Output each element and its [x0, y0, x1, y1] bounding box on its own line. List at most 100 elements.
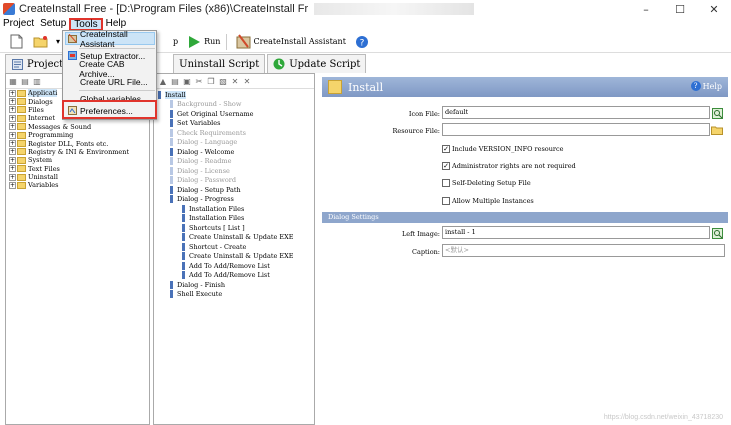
new-project-icon[interactable]: [8, 34, 24, 50]
maximize-button[interactable]: ☐: [663, 0, 697, 18]
script-step[interactable]: Dialog - License: [154, 166, 314, 176]
expand-icon[interactable]: +: [9, 98, 16, 106]
left-image-input[interactable]: install - 1: [442, 226, 710, 239]
script-step[interactable]: Add To Add/Remove List: [154, 271, 314, 281]
window-title: CreateInstall Free - [D:\Program Files (…: [19, 3, 309, 15]
script-step[interactable]: Dialog - Progress: [154, 195, 314, 205]
tab-project[interactable]: Project: [5, 54, 70, 73]
script-step[interactable]: Dialog - Finish: [154, 280, 314, 290]
extractor-icon: [67, 51, 77, 61]
step-icon: [170, 147, 173, 156]
delete-icon[interactable]: ✕: [230, 76, 240, 86]
copy-icon[interactable]: ❐: [206, 76, 216, 86]
folder-icon: [17, 156, 26, 164]
script-step[interactable]: Dialog - Welcome: [154, 147, 314, 157]
open-folder-icon[interactable]: [711, 124, 723, 136]
app-icon: [3, 3, 15, 15]
expand-icon[interactable]: +: [9, 165, 16, 173]
script-step[interactable]: Set Variables: [154, 119, 314, 129]
tree-item[interactable]: + Text Files: [6, 165, 149, 173]
assistant-icon[interactable]: [235, 34, 251, 50]
step-icon: [182, 233, 185, 242]
folder-icon: [17, 89, 26, 97]
script-step[interactable]: Background - Show: [154, 100, 314, 110]
move-up-icon[interactable]: ▲: [158, 76, 168, 86]
expand-icon[interactable]: +: [9, 89, 16, 97]
script-step[interactable]: Install: [154, 90, 314, 100]
expand-icon[interactable]: +: [9, 181, 16, 189]
tree-item[interactable]: + Uninstall: [6, 173, 149, 181]
expand-all-icon[interactable]: ▦: [8, 76, 18, 86]
help-icon: ?: [690, 81, 701, 91]
delete-all-icon[interactable]: ✕: [242, 76, 252, 86]
menu-item-createinstall-assistant[interactable]: CreateInstall Assistant: [65, 29, 155, 49]
tree-item[interactable]: + Register DLL, Fonts etc.: [6, 139, 149, 148]
script-step[interactable]: Get Original Username: [154, 109, 314, 119]
script-step[interactable]: Shortcut - Create: [154, 242, 314, 252]
icon-file-label: Icon File:: [408, 110, 440, 118]
disable-icon[interactable]: ▣: [182, 76, 192, 86]
paste-icon[interactable]: ▧: [218, 76, 228, 86]
tree-item[interactable]: + Messages & Sound: [6, 123, 149, 131]
tree-item[interactable]: + System: [6, 156, 149, 164]
sort-icon[interactable]: ▤: [20, 76, 30, 86]
open-project-icon[interactable]: [32, 34, 48, 50]
caption-input[interactable]: <默认>: [442, 244, 725, 257]
tab-uninstall-script[interactable]: Uninstall Script: [173, 54, 266, 73]
watermark: https://blog.csdn.net/weixin_43718230: [603, 414, 723, 421]
self-deleting-checkbox[interactable]: Self-Deleting Setup File: [442, 179, 531, 187]
step-icon: [170, 119, 173, 128]
step-icon: [170, 138, 173, 147]
script-step[interactable]: Shell Execute: [154, 290, 314, 300]
expand-icon[interactable]: +: [9, 114, 16, 122]
script-step[interactable]: Dialog - Language: [154, 138, 314, 148]
expand-icon[interactable]: +: [9, 156, 16, 164]
menu-item-create-cab-archive[interactable]: Create CAB Archive...: [65, 59, 155, 79]
resource-file-input[interactable]: [442, 123, 710, 136]
multiple-instances-checkbox[interactable]: Allow Multiple Instances: [442, 197, 534, 205]
step-icon: [182, 214, 185, 223]
run-button[interactable]: Run: [204, 37, 220, 46]
expand-icon[interactable]: +: [9, 140, 16, 148]
tab-update-script[interactable]: Update Script: [267, 54, 367, 73]
tree-item[interactable]: + Variables: [6, 181, 149, 189]
preferences-highlight: [62, 100, 157, 119]
step-icon: [182, 204, 185, 213]
expand-icon[interactable]: +: [9, 106, 16, 114]
tree-item[interactable]: + Programming: [6, 131, 149, 139]
script-step[interactable]: Create Uninstall & Update EXE: [154, 252, 314, 262]
close-button[interactable]: ✕: [697, 0, 731, 18]
expand-icon[interactable]: +: [9, 131, 16, 139]
browse-image-icon[interactable]: [711, 107, 723, 119]
help-icon[interactable]: ?: [354, 34, 370, 50]
move-down-icon[interactable]: ▤: [170, 76, 180, 86]
include-version-info-checkbox[interactable]: ✓ Include VERSION_INFO resource: [442, 145, 564, 153]
browse-image-icon[interactable]: [711, 227, 723, 239]
menu-project[interactable]: Project: [0, 18, 37, 31]
view-icon[interactable]: ▥: [32, 76, 42, 86]
icon-file-input[interactable]: default: [442, 106, 710, 119]
admin-rights-checkbox[interactable]: ✓ Administrator rights are not required: [442, 162, 576, 170]
minimize-button[interactable]: –: [629, 0, 663, 18]
script-step[interactable]: Installation Files: [154, 204, 314, 214]
menu-item-create-url-file[interactable]: Create URL File...: [65, 75, 155, 88]
expand-icon[interactable]: +: [9, 148, 16, 156]
assistant-button[interactable]: CreateInstall Assistant: [253, 37, 345, 46]
script-step[interactable]: Add To Add/Remove List: [154, 261, 314, 271]
script-step[interactable]: Check Requirements: [154, 128, 314, 138]
cut-icon[interactable]: ✂: [194, 76, 204, 86]
help-link[interactable]: ? Help: [690, 81, 722, 91]
script-step[interactable]: Dialog - Password: [154, 176, 314, 186]
tree-item[interactable]: + Registry & INI & Environment: [6, 148, 149, 156]
script-step[interactable]: Installation Files: [154, 214, 314, 224]
script-step[interactable]: Shortcuts [ List ]: [154, 223, 314, 233]
run-icon[interactable]: [186, 34, 202, 50]
expand-icon[interactable]: +: [9, 173, 16, 181]
script-step[interactable]: Create Uninstall & Update EXE: [154, 233, 314, 243]
folder-icon: [17, 98, 26, 106]
svg-text:?: ?: [360, 38, 365, 48]
script-step[interactable]: Dialog - Readme: [154, 157, 314, 167]
expand-icon[interactable]: +: [9, 123, 16, 131]
script-step[interactable]: Dialog - Setup Path: [154, 185, 314, 195]
title-redacted: [314, 3, 475, 15]
